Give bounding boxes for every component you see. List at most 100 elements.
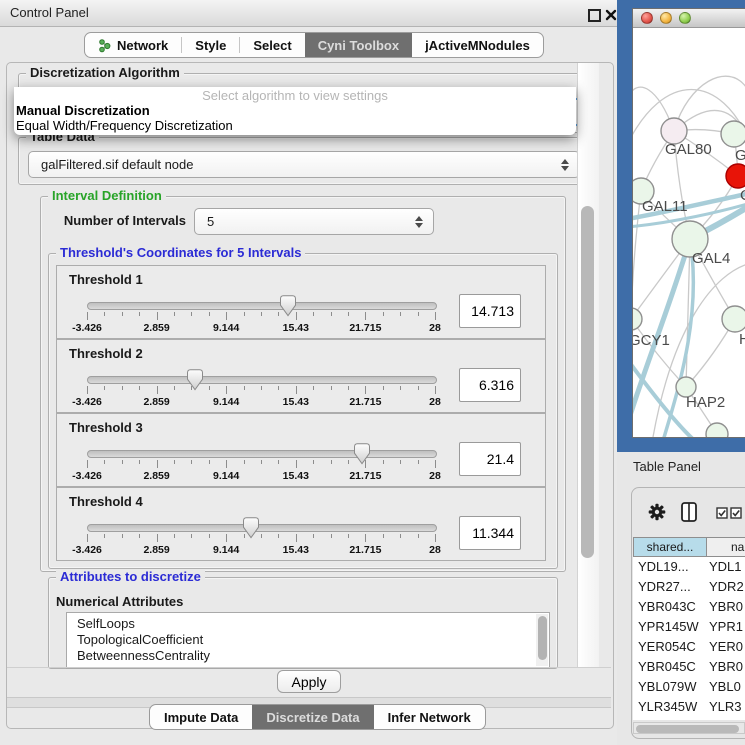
threshold-slider-handle[interactable] <box>280 295 296 317</box>
tick-mark <box>139 534 140 538</box>
bottom-tabbar: Impute Data Discretize Data Infer Networ… <box>149 704 486 730</box>
gear-icon[interactable] <box>648 503 666 526</box>
attribute-list-item[interactable]: BetweennessCentrality <box>77 648 210 664</box>
panel-title: Control Panel <box>10 0 89 26</box>
checkbox-icon[interactable] <box>730 506 742 524</box>
separator <box>7 667 611 668</box>
checkbox-icon[interactable] <box>716 506 728 524</box>
threshold-slider-handle[interactable] <box>354 443 370 465</box>
scale-label: 21.715 <box>349 322 381 334</box>
attribute-list-item[interactable]: SelfLoops <box>77 616 135 632</box>
tick-mark <box>383 386 384 390</box>
threshold-slider-track[interactable] <box>87 450 437 458</box>
table-row[interactable]: YIL052CYIL0 <box>633 717 745 720</box>
discretization-algorithm-group-label: Discretization Algorithm <box>26 66 184 80</box>
close-icon[interactable] <box>605 8 617 26</box>
tick-mark <box>313 386 314 390</box>
network-graph: GAL80GACGAL11GAL4GCY1HHAP2 <box>633 27 745 437</box>
tab-cyni-toolbox[interactable]: Cyni Toolbox <box>305 33 412 57</box>
split-columns-icon[interactable] <box>681 502 697 527</box>
cell-name: YBR0 <box>709 597 743 617</box>
panel-scrollbar-thumb[interactable] <box>581 206 594 558</box>
tab-impute-data[interactable]: Impute Data <box>150 705 252 729</box>
tab-jactivemnodules[interactable]: jActiveMNodules <box>412 33 543 57</box>
threshold-value-field[interactable] <box>459 442 521 476</box>
column-header-shared-name[interactable]: shared... <box>633 537 707 557</box>
table-row[interactable]: YBL079WYBL0 <box>633 677 745 697</box>
number-of-intervals-value: 5 <box>195 214 214 229</box>
table-row[interactable]: YPR145WYPR1 <box>633 617 745 637</box>
table-horizontal-scrollbar[interactable] <box>633 722 745 734</box>
minimize-traffic-light-icon[interactable] <box>660 12 672 24</box>
table-scrollbar-thumb[interactable] <box>636 725 739 733</box>
interval-definition-group-label: Interval Definition <box>48 189 166 203</box>
slider-ticks <box>87 312 435 321</box>
tick-mark <box>244 386 245 390</box>
network-node-label: C <box>740 187 745 204</box>
table-row[interactable]: YDR27...YDR2 <box>633 577 745 597</box>
tick-mark <box>435 386 436 394</box>
network-node[interactable] <box>706 423 728 437</box>
threshold-slider-handle[interactable] <box>187 369 203 391</box>
tab-jactivemnodules-label: jActiveMNodules <box>425 38 530 53</box>
network-node-ga[interactable] <box>721 121 745 147</box>
tick-mark <box>278 460 279 464</box>
attribute-list-item[interactable]: TopologicalCoefficient <box>77 632 203 648</box>
table-row[interactable]: YDL19...YDL1 <box>633 557 745 577</box>
table-row[interactable]: YBR045C YBR0 <box>633 657 745 677</box>
threshold-value-field[interactable] <box>459 294 521 328</box>
tick-mark <box>278 534 279 538</box>
close-traffic-light-icon[interactable] <box>641 12 653 24</box>
scale-label: 9.144 <box>213 396 239 408</box>
threshold-value-field[interactable] <box>459 368 521 402</box>
dropdown-prompt: Select algorithm to view settings <box>14 89 576 103</box>
threshold-slider-track[interactable] <box>87 302 437 310</box>
table-row[interactable]: YBR043C YBR0 <box>633 597 745 617</box>
scale-label: 21.715 <box>349 396 381 408</box>
scale-label: 2.859 <box>143 396 169 408</box>
table-data-combobox[interactable]: galFiltered.sif default node <box>28 151 580 178</box>
numerical-attributes-list[interactable]: SelfLoopsTopologicalCoefficientBetweenne… <box>66 612 550 669</box>
network-node-gcy1[interactable] <box>633 308 642 330</box>
network-window: GAL80GACGAL11GAL4GCY1HHAP2 <box>632 8 745 438</box>
network-node-c[interactable] <box>726 164 745 188</box>
dropdown-option-manual-discretization[interactable]: Manual Discretization <box>14 103 576 118</box>
threshold-value-field[interactable] <box>459 516 521 550</box>
tick-mark <box>365 312 366 320</box>
float-window-icon[interactable] <box>588 9 601 22</box>
combo-stepper-icon <box>415 216 424 228</box>
tab-select[interactable]: Select <box>240 33 304 57</box>
dropdown-option-equal-width-frequency[interactable]: Equal Width/Frequency Discretization <box>14 118 576 133</box>
number-of-intervals-combobox[interactable]: 5 <box>194 208 434 235</box>
apply-button[interactable]: Apply <box>277 670 341 693</box>
column-header-name[interactable]: na <box>707 537 745 557</box>
threshold-label: Threshold 1 <box>69 272 143 287</box>
tab-style[interactable]: Style <box>182 33 239 57</box>
list-scrollbar[interactable] <box>536 614 548 666</box>
zoom-traffic-light-icon[interactable] <box>679 12 691 24</box>
tick-mark <box>400 312 401 316</box>
cell-shared-name: YER054C <box>638 637 696 657</box>
tab-discretize-data[interactable]: Discretize Data <box>252 705 373 729</box>
tab-network-label: Network <box>117 38 168 53</box>
slider-scale-labels: -3.4262.8599.14415.4321.71528 <box>87 396 435 408</box>
tab-infer-network[interactable]: Infer Network <box>374 705 485 729</box>
threshold-slider-track[interactable] <box>87 524 437 532</box>
table-row[interactable]: YER054CYER0 <box>633 637 745 657</box>
cell-shared-name: YBR043C <box>638 597 696 617</box>
cell-name: YBR0 <box>709 657 743 677</box>
tick-mark <box>139 386 140 390</box>
tab-network[interactable]: Network <box>85 33 181 57</box>
threshold-slider-track[interactable] <box>87 376 437 384</box>
tick-mark <box>139 460 140 464</box>
tick-mark <box>331 460 332 464</box>
tick-mark <box>226 534 227 542</box>
network-canvas[interactable]: GAL80GACGAL11GAL4GCY1HHAP2 <box>633 27 745 437</box>
threshold-panel-4: Threshold 4-3.4262.8599.14415.4321.71528 <box>56 487 546 561</box>
threshold-slider-handle[interactable] <box>243 517 259 539</box>
network-node-h[interactable] <box>722 306 745 332</box>
panel-scrollbar[interactable] <box>577 63 599 667</box>
table-row[interactable]: YLR345WYLR3 <box>633 697 745 717</box>
cell-shared-name: YBR045C <box>638 657 696 677</box>
table-panel-title: Table Panel <box>633 459 701 474</box>
